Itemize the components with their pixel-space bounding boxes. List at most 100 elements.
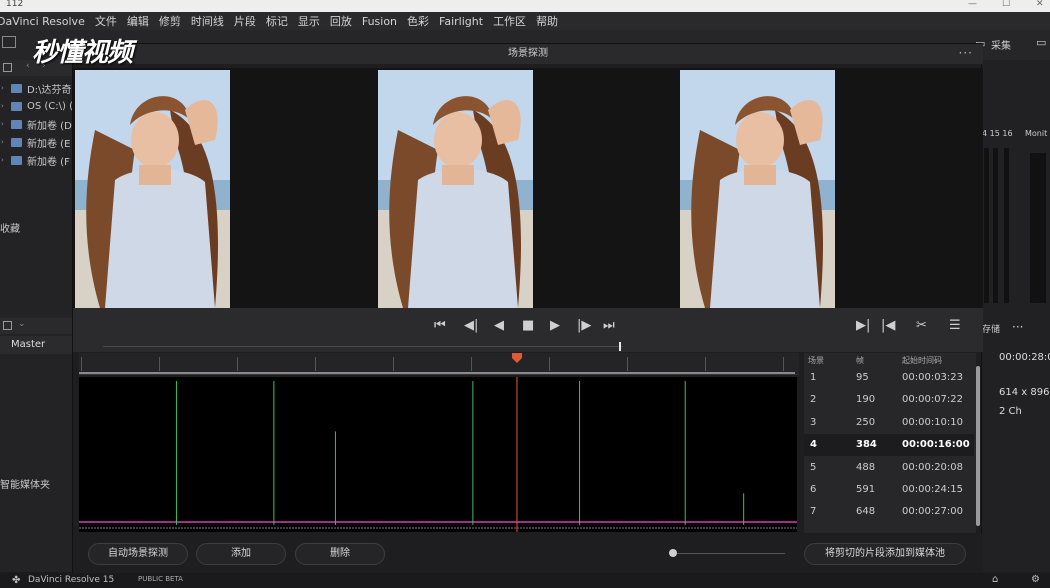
stop-icon[interactable]: ■ xyxy=(522,318,534,333)
play-icon[interactable]: ▶ xyxy=(550,318,560,333)
master-bin[interactable]: Master xyxy=(0,336,72,354)
chevron-down-icon[interactable]: ⌄ xyxy=(18,319,26,329)
dialog-title: 场景探测 xyxy=(73,44,983,64)
menu-item[interactable]: Fairlight xyxy=(439,15,483,28)
drive-icon xyxy=(11,83,22,93)
scene-table: 场景 帧 起始时间码 1 95 00:00:03:23 2 190 00:00:07:22… xyxy=(804,353,976,533)
scrub-bar[interactable] xyxy=(103,346,623,347)
step-back-icon[interactable]: ◀ xyxy=(494,318,504,333)
monitor-icon[interactable]: ▭ xyxy=(1036,36,1046,49)
next-cut-icon[interactable]: |▶ xyxy=(577,318,591,333)
scene-frame: 95 xyxy=(856,372,869,383)
go-to-end-icon[interactable]: ⏭ xyxy=(603,318,615,333)
photo-illustration xyxy=(75,70,230,308)
scene-number: 2 xyxy=(810,394,817,406)
maximize-icon[interactable]: ☐ xyxy=(1002,0,1010,9)
playhead-handle[interactable] xyxy=(511,353,523,363)
panel-toggle-icon[interactable] xyxy=(2,36,16,48)
scene-row[interactable]: 1 95 00:00:03:23 xyxy=(804,367,974,389)
next-scene-icon[interactable]: ▶| xyxy=(856,318,870,333)
scene-timecode: 00:00:03:23 xyxy=(902,372,964,383)
drive-item[interactable]: › 新加卷 (E xyxy=(0,134,70,150)
storage-label: 存储 xyxy=(982,325,1001,335)
dialog-button-bar: 自动场景探测 添加 删除 将剪切的片段添加到媒体池 xyxy=(73,534,983,574)
scene-row[interactable]: 6 591 00:00:24:15 xyxy=(804,479,974,501)
menu-item[interactable]: Fusion xyxy=(362,15,397,28)
column-header-timecode: 起始时间码 xyxy=(902,356,942,365)
scene-frame: 190 xyxy=(856,394,876,406)
scene-row[interactable]: 3 250 00:00:10:10 xyxy=(804,412,974,434)
drive-item[interactable]: › 新加卷 (D xyxy=(0,116,72,132)
zoom-slider[interactable] xyxy=(673,553,785,554)
scene-row[interactable]: 4 384 00:00:16:00 xyxy=(804,434,974,457)
ruler-tick xyxy=(783,357,784,371)
settings-gear-icon[interactable]: ⚙ xyxy=(1031,574,1040,585)
ruler-baseline xyxy=(79,372,795,374)
minimize-icon[interactable]: — xyxy=(968,0,977,9)
home-icon[interactable]: ⌂ xyxy=(992,574,998,585)
menu-item[interactable]: 编辑 xyxy=(127,13,149,29)
scene-number: 4 xyxy=(810,439,817,451)
auto-scene-detect-button[interactable]: 自动场景探测 xyxy=(88,543,188,565)
menu-item[interactable]: 显示 xyxy=(298,13,320,29)
scene-row[interactable]: 2 190 00:00:07:22 xyxy=(804,389,974,411)
clip-resolution: 614 x 896 xyxy=(999,387,1050,398)
bins-header: ⌄ xyxy=(0,318,72,334)
more-options-icon[interactable]: ··· xyxy=(1012,320,1023,334)
scene-number: 5 xyxy=(810,461,817,473)
drive-label: OS (C:\) ( xyxy=(27,100,74,112)
capture-label[interactable]: 采集 xyxy=(991,37,1011,52)
scene-viewer xyxy=(73,68,983,308)
ruler-tick xyxy=(627,357,628,371)
add-button[interactable]: 添加 xyxy=(196,543,286,565)
menu-item[interactable]: 修剪 xyxy=(159,13,181,29)
cut-scissors-icon[interactable]: ✂ xyxy=(916,318,927,333)
menu-item[interactable]: 时间线 xyxy=(191,13,224,29)
scene-frame: 250 xyxy=(856,416,876,428)
menu-item[interactable]: 片段 xyxy=(234,13,256,29)
add-cut-clips-to-media-pool-button[interactable]: 将剪切的片段添加到媒体池 xyxy=(804,543,966,565)
scene-frame: 384 xyxy=(856,439,877,451)
menu-item[interactable]: 工作区 xyxy=(493,13,526,29)
current-scene-frame xyxy=(378,70,533,308)
drive-item[interactable]: › OS (C:\) ( xyxy=(0,98,73,114)
back-nav-icon[interactable]: ‹ xyxy=(26,61,30,71)
previous-cut-icon[interactable]: ◀| xyxy=(464,318,478,333)
ruler-tick xyxy=(315,357,316,371)
zoom-slider-handle[interactable] xyxy=(669,549,677,557)
bins-toggle-icon[interactable] xyxy=(3,321,12,330)
scene-number: 7 xyxy=(810,506,817,518)
sidebar-toggle-icon[interactable] xyxy=(3,63,12,72)
app-footer: ✤ DaVinci Resolve 15 PUBLIC BETA ⌂ ⚙ xyxy=(0,573,1050,588)
column-header-scene: 场景 xyxy=(808,356,824,365)
audio-meter xyxy=(1030,153,1046,303)
menu-item[interactable]: 文件 xyxy=(95,13,117,29)
scene-cut-graph[interactable] xyxy=(79,377,797,532)
previous-scene-icon[interactable]: |◀ xyxy=(881,318,895,333)
drive-item[interactable]: › D:\达芬奇 xyxy=(0,80,71,96)
delete-button[interactable]: 删除 xyxy=(295,543,385,565)
watermark-logo: 秒懂视频 xyxy=(32,38,133,68)
menu-item[interactable]: 回放 xyxy=(330,13,352,29)
timeline-ruler[interactable] xyxy=(79,353,799,375)
scrub-position-marker[interactable] xyxy=(619,342,621,351)
scene-frame: 591 xyxy=(856,484,876,495)
scene-number: 1 xyxy=(810,372,817,383)
scene-timecode: 00:00:27:00 xyxy=(902,506,964,518)
go-to-start-icon[interactable]: ⏮ xyxy=(434,318,446,333)
menu-item[interactable]: 色彩 xyxy=(407,13,429,29)
dialog-menu-icon[interactable]: ··· xyxy=(959,44,973,62)
drive-item[interactable]: › 新加卷 (F xyxy=(0,152,70,168)
scene-row[interactable]: 5 488 00:00:20:08 xyxy=(804,457,974,479)
menu-item[interactable]: 帮助 xyxy=(536,13,558,29)
scene-row[interactable]: 7 648 00:00:27:00 xyxy=(804,501,974,523)
scene-detect-dialog: 场景探测 ··· ⏮ ◀| ◀ ■ ▶ |▶ ⏭ ▶| |◀ ✂ ☰ 场景 帧 … xyxy=(72,43,983,574)
clip-duration: 00:00:28:00 xyxy=(999,352,1050,363)
photo-illustration xyxy=(378,70,533,308)
list-view-icon[interactable]: ☰ xyxy=(949,318,961,333)
menu-item[interactable]: 标记 xyxy=(266,13,288,29)
menu-item[interactable]: DaVinci Resolve xyxy=(0,15,85,28)
close-icon[interactable]: ✕ xyxy=(1036,0,1044,9)
table-scrollbar[interactable] xyxy=(976,366,980,526)
menu-bar: DaVinci Resolve 文件 编辑 修剪 时间线 片段 标记 显示 回放 Fusion 色彩… xyxy=(0,12,1050,30)
